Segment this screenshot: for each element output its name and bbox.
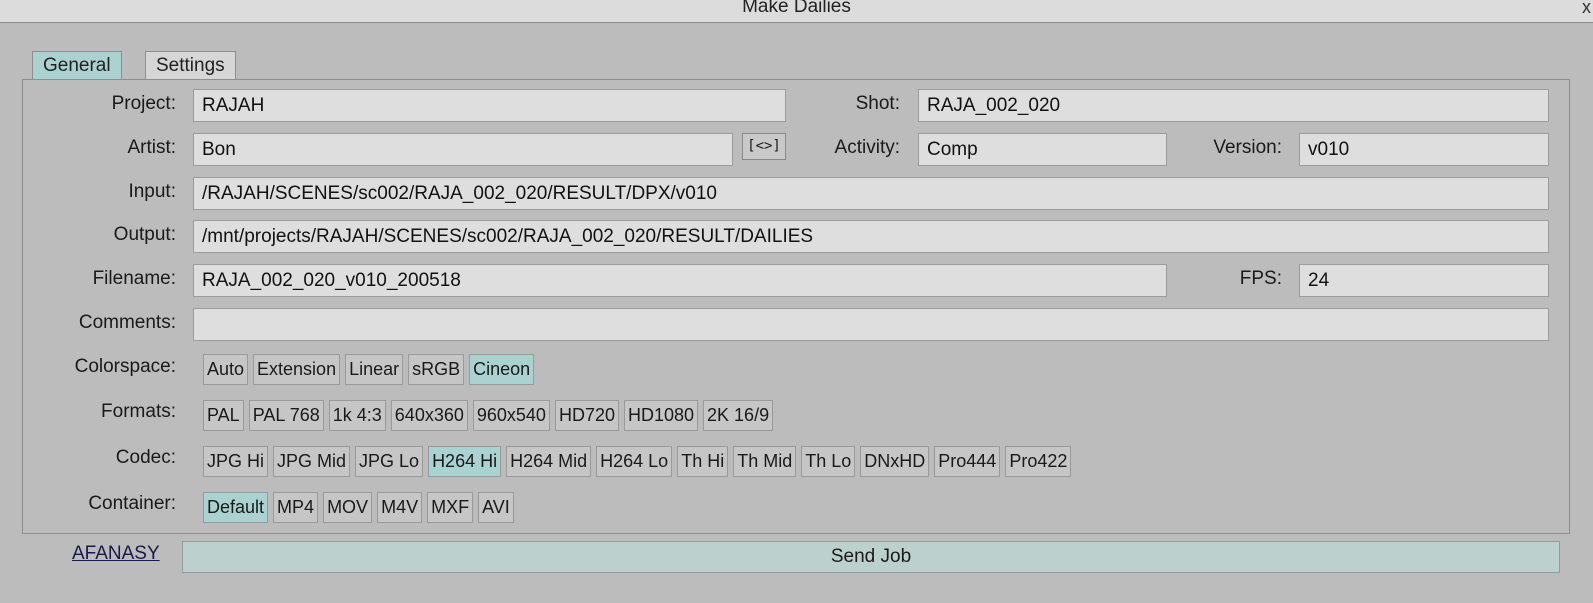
afanasy-link[interactable]: AFANASY (72, 543, 160, 565)
colorspace-option[interactable]: Extension (253, 354, 341, 385)
format-option[interactable]: 2K 16/9 (703, 400, 774, 431)
window-title: Make Dailies (742, 0, 851, 17)
project-field[interactable]: RAJAH (193, 89, 786, 122)
activity-label: Activity: (834, 137, 900, 158)
shot-field[interactable]: RAJA_002_020 (918, 89, 1549, 122)
codec-option[interactable]: Th Mid (733, 446, 797, 477)
container-option[interactable]: AVI (478, 492, 514, 523)
codec-option[interactable]: Th Hi (677, 446, 729, 477)
format-option[interactable]: 1k 4:3 (328, 400, 386, 431)
fps-label: FPS: (1239, 268, 1282, 289)
artist-label: Artist: (127, 137, 176, 158)
container-label: Container: (88, 493, 176, 514)
codec-option[interactable]: Pro444 (934, 446, 1001, 477)
activity-field[interactable]: Comp (918, 133, 1167, 166)
version-field[interactable]: v010 (1299, 133, 1549, 166)
fps-field[interactable]: 24 (1299, 264, 1549, 297)
container-option[interactable]: Default (203, 492, 269, 523)
format-option[interactable]: 640x360 (390, 400, 468, 431)
format-option[interactable]: PAL (203, 400, 244, 431)
colorspace-label: Colorspace: (74, 356, 176, 377)
codec-option[interactable]: JPG Hi (203, 446, 269, 477)
formats-label: Formats: (101, 401, 176, 422)
title-bar: Make Dailies x (0, 0, 1593, 23)
project-label: Project: (111, 93, 176, 114)
swap-button[interactable]: [<>] (742, 133, 786, 160)
close-icon[interactable]: x (1582, 0, 1591, 18)
filename-field[interactable]: RAJA_002_020_v010_200518 (193, 264, 1167, 297)
container-option[interactable]: MP4 (273, 492, 319, 523)
version-label: Version: (1213, 137, 1282, 158)
container-options: Default MP4 MOV M4V MXF AVI (203, 492, 514, 523)
filename-label: Filename: (92, 268, 176, 289)
formats-options: PAL PAL 768 1k 4:3 640x360 960x540 HD720… (203, 400, 774, 431)
codec-label: Codec: (115, 447, 176, 468)
shot-label: Shot: (855, 93, 900, 114)
input-field[interactable]: /RAJAH/SCENES/sc002/RAJA_002_020/RESULT/… (193, 177, 1549, 210)
colorspace-options: Auto Extension Linear sRGB Cineon (203, 354, 535, 385)
format-option[interactable]: 960x540 (472, 400, 550, 431)
codec-option[interactable]: JPG Lo (355, 446, 424, 477)
container-option[interactable]: MXF (427, 492, 474, 523)
colorspace-option[interactable]: sRGB (408, 354, 465, 385)
container-option[interactable]: MOV (323, 492, 373, 523)
container-option[interactable]: M4V (377, 492, 423, 523)
codec-option[interactable]: H264 Lo (596, 446, 673, 477)
comments-label: Comments: (78, 312, 176, 333)
artist-field[interactable]: Bon (193, 133, 733, 166)
codec-option[interactable]: JPG Mid (273, 446, 351, 477)
format-option[interactable]: HD720 (554, 400, 619, 431)
tab-general[interactable]: General (32, 51, 122, 80)
codec-option[interactable]: DNxHD (860, 446, 930, 477)
codec-options: JPG Hi JPG Mid JPG Lo H264 Hi H264 Mid H… (203, 446, 1072, 477)
colorspace-option[interactable]: Linear (345, 354, 404, 385)
colorspace-option[interactable]: Cineon (469, 354, 535, 385)
input-label: Input: (128, 181, 176, 202)
codec-option[interactable]: Pro422 (1005, 446, 1072, 477)
codec-option[interactable]: Th Lo (801, 446, 856, 477)
codec-option[interactable]: H264 Mid (506, 446, 592, 477)
comments-field[interactable] (193, 308, 1549, 341)
codec-option[interactable]: H264 Hi (428, 446, 502, 477)
format-option[interactable]: PAL 768 (248, 400, 324, 431)
colorspace-option[interactable]: Auto (203, 354, 249, 385)
output-field[interactable]: /mnt/projects/RAJAH/SCENES/sc002/RAJA_00… (193, 220, 1549, 253)
tab-settings[interactable]: Settings (145, 51, 236, 80)
format-option[interactable]: HD1080 (623, 400, 699, 431)
send-job-button[interactable]: Send Job (182, 541, 1560, 573)
output-label: Output: (113, 224, 176, 245)
